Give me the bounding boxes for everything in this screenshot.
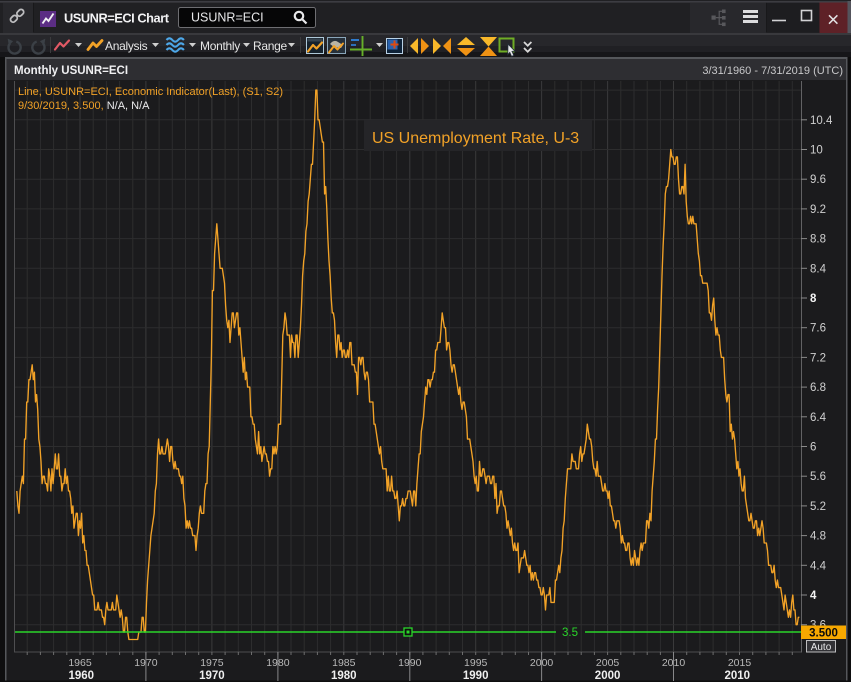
- svg-text:2005: 2005: [596, 657, 620, 669]
- svg-text:10.4: 10.4: [810, 115, 833, 127]
- svg-text:5.6: 5.6: [810, 471, 826, 483]
- svg-text:1975: 1975: [200, 657, 224, 669]
- svg-text:1995: 1995: [464, 657, 488, 669]
- svg-text:9.6: 9.6: [810, 174, 826, 186]
- svg-text:1985: 1985: [332, 657, 356, 669]
- svg-text:8.8: 8.8: [810, 234, 826, 246]
- svg-text:6.4: 6.4: [810, 412, 827, 424]
- svg-text:Line, USUNR=ECI, Economic Indi: Line, USUNR=ECI, Economic Indicator(Last…: [18, 86, 283, 98]
- svg-text:4.4: 4.4: [810, 560, 827, 572]
- svg-text:9.2: 9.2: [810, 204, 826, 216]
- svg-text:3.500: 3.500: [809, 628, 838, 640]
- svg-text:3/31/1960 - 7/31/2019 (UTC): 3/31/1960 - 7/31/2019 (UTC): [702, 65, 843, 77]
- svg-text:6: 6: [810, 442, 816, 454]
- svg-text:10: 10: [810, 145, 823, 157]
- svg-text:1960: 1960: [69, 670, 95, 682]
- svg-text:USUNR=ECI: USUNR=ECI: [191, 11, 264, 25]
- svg-text:2000: 2000: [595, 670, 621, 682]
- svg-text:1980: 1980: [331, 670, 357, 682]
- svg-text:7.2: 7.2: [810, 352, 826, 364]
- svg-text:1990: 1990: [463, 670, 489, 682]
- svg-text:2015: 2015: [728, 657, 752, 669]
- svg-text:Monthly USUNR=ECI: Monthly USUNR=ECI: [14, 65, 128, 77]
- svg-text:6.8: 6.8: [810, 382, 826, 394]
- svg-text:US Unemployment Rate, U-3: US Unemployment Rate, U-3: [372, 130, 579, 147]
- svg-text:7.6: 7.6: [810, 323, 826, 335]
- svg-text:Analysis: Analysis: [105, 39, 148, 53]
- svg-text:Monthly: Monthly: [200, 39, 240, 53]
- svg-text:5.2: 5.2: [810, 501, 826, 513]
- svg-text:4.8: 4.8: [810, 531, 826, 543]
- svg-text:Range: Range: [253, 39, 287, 53]
- svg-text:8.4: 8.4: [810, 263, 827, 275]
- svg-text:3.5: 3.5: [562, 627, 578, 639]
- svg-text:1970: 1970: [199, 670, 225, 682]
- svg-text:9/30/2019, 3.500, N/A, N/A: 9/30/2019, 3.500, N/A, N/A: [18, 100, 150, 112]
- svg-text:USUNR=ECI Chart: USUNR=ECI Chart: [64, 11, 170, 26]
- svg-text:4: 4: [810, 590, 817, 602]
- svg-text:Auto: Auto: [811, 642, 832, 653]
- svg-text:8: 8: [810, 293, 817, 305]
- svg-text:1965: 1965: [68, 657, 92, 669]
- svg-text:2010: 2010: [725, 670, 751, 682]
